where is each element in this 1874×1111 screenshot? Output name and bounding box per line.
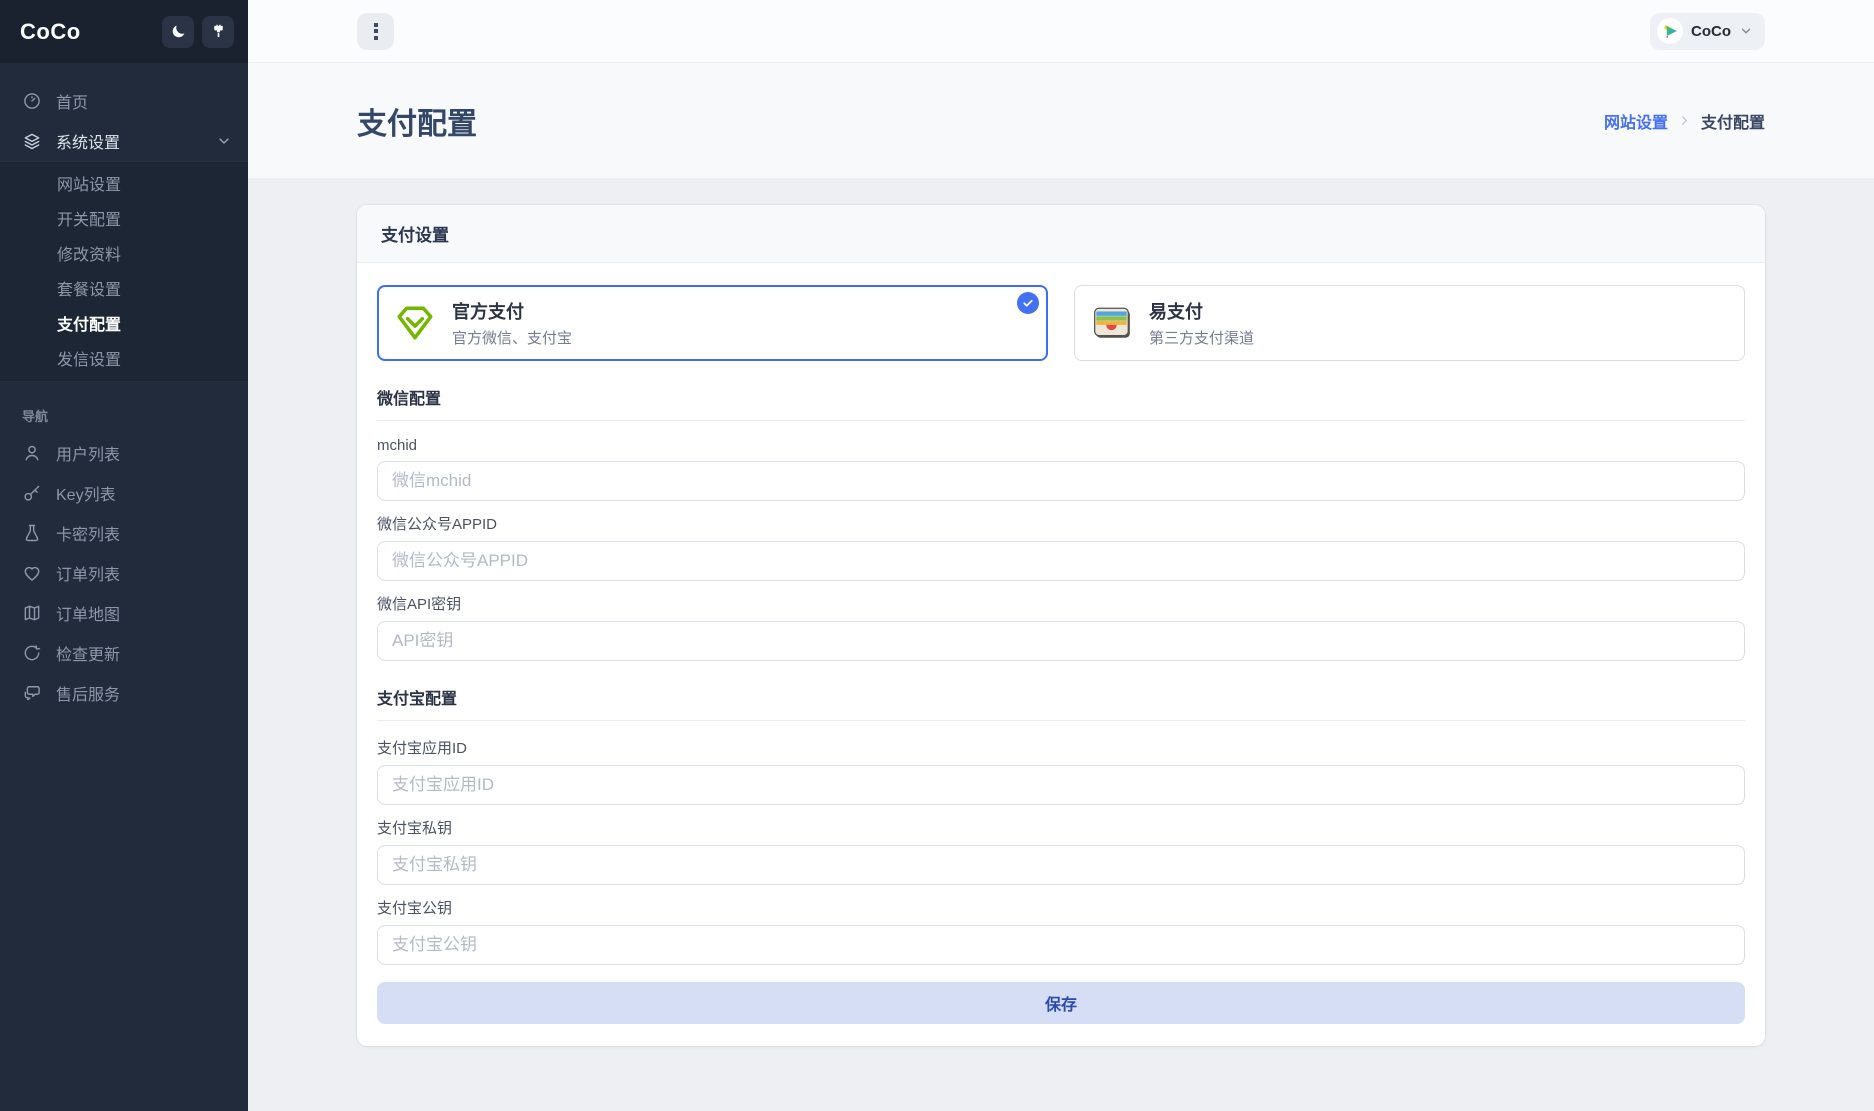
sidebar-item-label: 订单列表 xyxy=(56,561,120,585)
sidebar-item-label: 售后服务 xyxy=(56,681,120,705)
field-wechat-appid: 微信公众号APPID xyxy=(377,513,1745,581)
app-logo: CoCo xyxy=(20,19,154,45)
field-label: mchid xyxy=(377,437,1745,454)
sidebar-item-after-sales[interactable]: 售后服务 xyxy=(0,673,248,713)
option-title: 官方支付 xyxy=(452,298,572,324)
option-official-payment[interactable]: 官方支付 官方微信、支付宝 xyxy=(377,285,1048,361)
content-area: 支付设置 官方支付 xyxy=(248,178,1874,1111)
field-label: 支付宝公钥 xyxy=(377,897,1745,918)
app-root: CoCo xyxy=(0,0,1874,1111)
sidebar-item-order-list[interactable]: 订单列表 xyxy=(0,553,248,593)
avatar xyxy=(1657,18,1683,44)
wechat-pay-icon xyxy=(394,302,436,344)
moon-icon xyxy=(170,23,187,40)
save-button[interactable]: 保存 xyxy=(377,982,1745,1024)
user-icon xyxy=(22,443,42,463)
flask-icon xyxy=(22,523,42,543)
chevron-down-icon xyxy=(216,133,232,149)
field-mchid: mchid xyxy=(377,437,1745,501)
sidebar-item-payment-config[interactable]: 支付配置 xyxy=(0,305,248,340)
sidebar-item-label: 系统设置 xyxy=(56,129,120,153)
section-title-wechat: 微信配置 xyxy=(377,385,1745,421)
wechat-api-key-input[interactable] xyxy=(377,621,1745,661)
card-body: 官方支付 官方微信、支付宝 xyxy=(357,263,1765,1046)
sidebar-item-user-list[interactable]: 用户列表 xyxy=(0,433,248,473)
option-subtitle: 第三方支付渠道 xyxy=(1149,327,1254,348)
selected-check-badge xyxy=(1017,292,1039,314)
sidebar-item-order-map[interactable]: 订单地图 xyxy=(0,593,248,633)
kebab-menu-icon xyxy=(374,23,378,27)
topbar-menu-button[interactable] xyxy=(357,13,394,50)
chat-icon xyxy=(22,683,42,703)
key-icon xyxy=(22,483,42,503)
sidebar-item-edit-profile[interactable]: 修改资料 xyxy=(0,235,248,270)
sidebar-item-card-key-list[interactable]: 卡密列表 xyxy=(0,513,248,553)
sidebar-item-key-list[interactable]: Key列表 xyxy=(0,473,248,513)
chevron-right-icon xyxy=(1677,113,1692,128)
sidebar-item-plan-settings[interactable]: 套餐设置 xyxy=(0,270,248,305)
field-alipay-private-key: 支付宝私钥 xyxy=(377,817,1745,885)
sidebar-item-check-update[interactable]: 检查更新 xyxy=(0,633,248,673)
option-subtitle: 官方微信、支付宝 xyxy=(452,327,572,348)
breadcrumb-current: 支付配置 xyxy=(1701,109,1765,133)
sidebar-section-label: 导航 xyxy=(0,398,248,433)
topbar: CoCo xyxy=(248,0,1874,63)
sidebar-nav: 首页 系统设置 网站设置 开关配置 修改资料 套餐设置 支付配置 xyxy=(0,63,248,713)
sidebar-item-site-settings[interactable]: 网站设置 xyxy=(0,165,248,200)
sidebar-item-label: 用户列表 xyxy=(56,441,120,465)
user-name: CoCo xyxy=(1691,23,1731,40)
option-epay[interactable]: 易支付 第三方支付渠道 xyxy=(1074,285,1745,361)
page-title: 支付配置 xyxy=(357,99,477,143)
mchid-input[interactable] xyxy=(377,461,1745,501)
brush-icon xyxy=(210,23,227,40)
field-alipay-appid: 支付宝应用ID xyxy=(377,737,1745,805)
field-label: 支付宝应用ID xyxy=(377,737,1745,758)
layers-icon xyxy=(22,131,42,151)
field-label: 支付宝私钥 xyxy=(377,817,1745,838)
breadcrumb: 网站设置 支付配置 xyxy=(1604,109,1765,133)
sidebar-item-label: 订单地图 xyxy=(56,601,120,625)
payment-mode-options: 官方支付 官方微信、支付宝 xyxy=(377,285,1745,361)
field-alipay-public-key: 支付宝公钥 xyxy=(377,897,1745,965)
sidebar-item-mail-settings[interactable]: 发信设置 xyxy=(0,340,248,375)
sidebar-item-switch-config[interactable]: 开关配置 xyxy=(0,200,248,235)
payment-settings-card: 支付设置 官方支付 xyxy=(357,205,1765,1046)
page-header: 支付配置 网站设置 支付配置 xyxy=(248,63,1874,178)
field-wechat-api-key: 微信API密钥 xyxy=(377,593,1745,661)
dark-mode-button[interactable] xyxy=(162,16,194,48)
sidebar-submenu: 网站设置 开关配置 修改资料 套餐设置 支付配置 发信设置 xyxy=(0,161,248,382)
sidebar-item-home[interactable]: 首页 xyxy=(0,81,248,121)
map-icon xyxy=(22,603,42,623)
sidebar: CoCo xyxy=(0,0,248,1111)
section-title-alipay: 支付宝配置 xyxy=(377,685,1745,721)
field-label: 微信公众号APPID xyxy=(377,513,1745,534)
card-header: 支付设置 xyxy=(357,205,1765,263)
field-label: 微信API密钥 xyxy=(377,593,1745,614)
alipay-appid-input[interactable] xyxy=(377,765,1745,805)
user-menu-button[interactable]: CoCo xyxy=(1650,13,1765,50)
sidebar-item-label: 检查更新 xyxy=(56,641,120,665)
alipay-public-key-input[interactable] xyxy=(377,925,1745,965)
sidebar-item-label: 首页 xyxy=(56,89,88,113)
breadcrumb-link-site-settings[interactable]: 网站设置 xyxy=(1604,109,1668,133)
option-title: 易支付 xyxy=(1149,298,1254,324)
heart-icon xyxy=(22,563,42,583)
chevron-down-icon xyxy=(1739,24,1753,38)
theme-brush-button[interactable] xyxy=(202,16,234,48)
refresh-icon xyxy=(22,643,42,663)
sidebar-item-system-settings[interactable]: 系统设置 xyxy=(0,121,248,161)
dashboard-icon xyxy=(22,91,42,111)
epay-icon xyxy=(1091,302,1133,344)
wechat-appid-input[interactable] xyxy=(377,541,1745,581)
alipay-private-key-input[interactable] xyxy=(377,845,1745,885)
main-area: CoCo 支付配置 网站设置 支付配置 xyxy=(248,0,1874,1111)
sidebar-item-label: Key列表 xyxy=(56,481,116,505)
sidebar-header: CoCo xyxy=(0,0,248,63)
sidebar-item-label: 卡密列表 xyxy=(56,521,120,545)
